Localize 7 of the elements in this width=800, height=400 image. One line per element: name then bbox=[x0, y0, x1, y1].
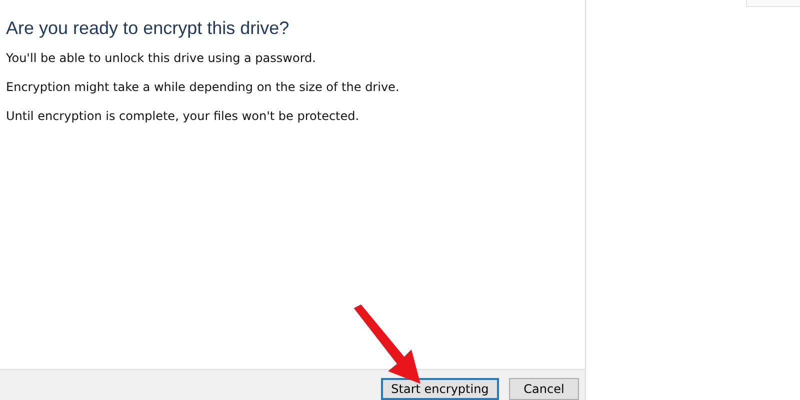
window-edge bbox=[746, 0, 800, 7]
cancel-button[interactable]: Cancel bbox=[509, 378, 579, 400]
message-text: Encryption might take a while depending on the size of the drive. bbox=[6, 80, 400, 94]
start-button[interactable]: Start encrypting bbox=[381, 378, 499, 400]
dialog-heading: Are you ready to encrypt this drive? bbox=[6, 18, 290, 39]
message-text: Until encryption is complete, your files won't be protected. bbox=[6, 109, 360, 123]
message-text: You'll be able to unlock this drive using a password. bbox=[6, 51, 317, 65]
